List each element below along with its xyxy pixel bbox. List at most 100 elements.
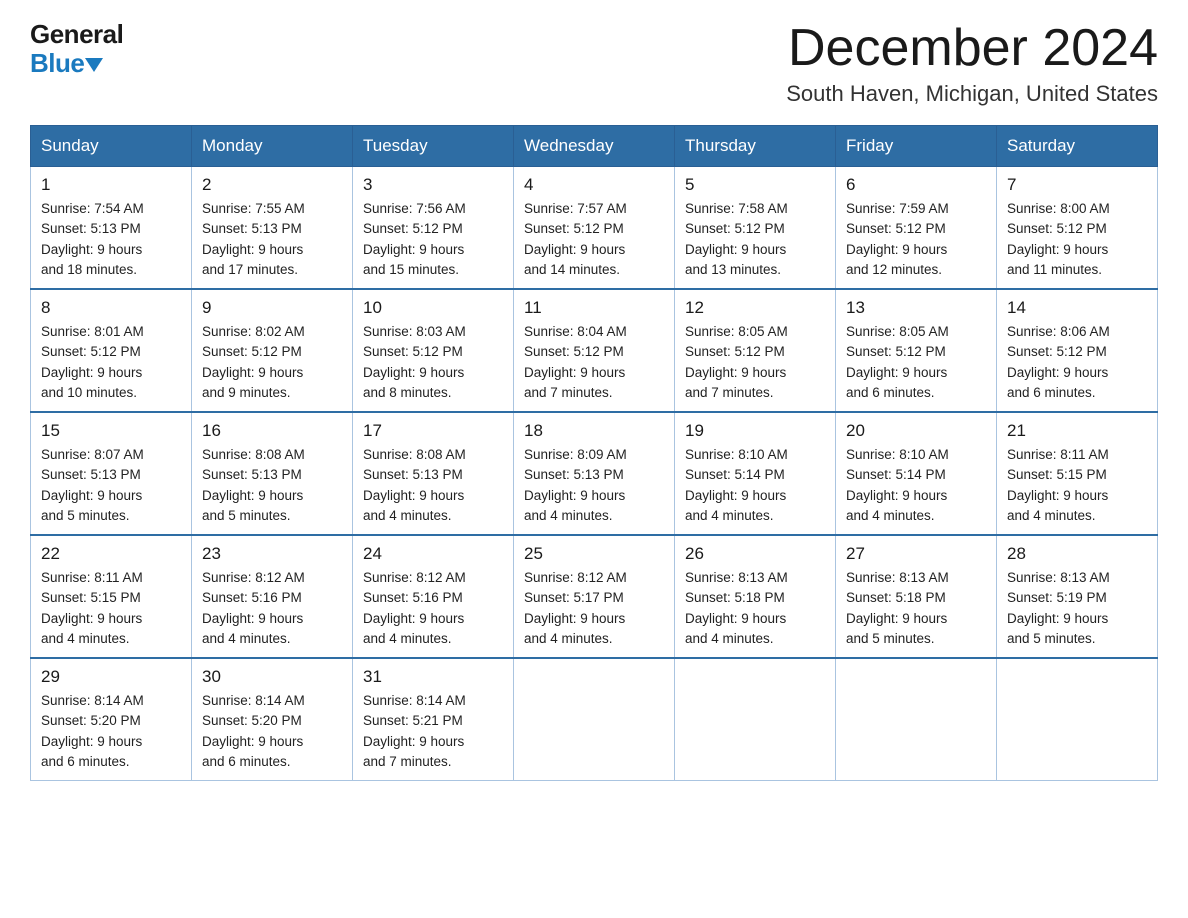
day-number: 28 <box>1007 544 1147 564</box>
day-info: Sunrise: 8:04 AMSunset: 5:12 PMDaylight:… <box>524 322 664 403</box>
table-row: 28 Sunrise: 8:13 AMSunset: 5:19 PMDayligh… <box>997 535 1158 658</box>
day-number: 14 <box>1007 298 1147 318</box>
table-row: 17Sunrise: 8:08 AMSunset: 5:13 PMDayligh… <box>353 412 514 535</box>
table-row: 27 Sunrise: 8:13 AMSunset: 5:18 PMDayligh… <box>836 535 997 658</box>
table-row: 31 Sunrise: 8:14 AMSunset: 5:21 PMDayligh… <box>353 658 514 781</box>
day-info: Sunrise: 8:05 AMSunset: 5:12 PMDaylight:… <box>685 322 825 403</box>
table-row: 9Sunrise: 8:02 AMSunset: 5:12 PMDaylight… <box>192 289 353 412</box>
day-info: Sunrise: 8:01 AMSunset: 5:12 PMDaylight:… <box>41 322 181 403</box>
day-info: Sunrise: 7:57 AMSunset: 5:12 PMDaylight:… <box>524 199 664 280</box>
day-number: 7 <box>1007 175 1147 195</box>
day-number: 23 <box>202 544 342 564</box>
logo-blue: Blue <box>30 49 123 78</box>
calendar-week-row: 15 Sunrise: 8:07 AMSunset: 5:13 PMDayligh… <box>31 412 1158 535</box>
day-info: Sunrise: 8:12 AMSunset: 5:17 PMDaylight:… <box>524 568 664 649</box>
calendar-subtitle: South Haven, Michigan, United States <box>786 81 1158 107</box>
day-info: Sunrise: 8:09 AMSunset: 5:13 PMDaylight:… <box>524 445 664 526</box>
table-row: 3Sunrise: 7:56 AMSunset: 5:12 PMDaylight… <box>353 167 514 290</box>
day-info: Sunrise: 8:00 AMSunset: 5:12 PMDaylight:… <box>1007 199 1147 280</box>
day-info: Sunrise: 8:13 AMSunset: 5:19 PMDaylight:… <box>1007 568 1147 649</box>
day-info: Sunrise: 8:05 AMSunset: 5:12 PMDaylight:… <box>846 322 986 403</box>
weekday-header-row: Sunday Monday Tuesday Wednesday Thursday… <box>31 126 1158 167</box>
col-saturday: Saturday <box>997 126 1158 167</box>
day-number: 22 <box>41 544 181 564</box>
table-row <box>675 658 836 781</box>
day-number: 13 <box>846 298 986 318</box>
day-info: Sunrise: 8:07 AMSunset: 5:13 PMDaylight:… <box>41 445 181 526</box>
table-row: 20 Sunrise: 8:10 AMSunset: 5:14 PMDayligh… <box>836 412 997 535</box>
table-row: 8 Sunrise: 8:01 AMSunset: 5:12 PMDaylight… <box>31 289 192 412</box>
calendar-title: December 2024 <box>786 20 1158 77</box>
day-info: Sunrise: 8:13 AMSunset: 5:18 PMDaylight:… <box>846 568 986 649</box>
logo: General Blue <box>30 20 123 77</box>
table-row: 13 Sunrise: 8:05 AMSunset: 5:12 PMDayligh… <box>836 289 997 412</box>
day-number: 19 <box>685 421 825 441</box>
day-number: 8 <box>41 298 181 318</box>
day-number: 17 <box>363 421 503 441</box>
day-number: 1 <box>41 175 181 195</box>
table-row: 6 Sunrise: 7:59 AMSunset: 5:12 PMDaylight… <box>836 167 997 290</box>
day-info: Sunrise: 8:10 AMSunset: 5:14 PMDaylight:… <box>846 445 986 526</box>
day-number: 11 <box>524 298 664 318</box>
calendar-week-row: 8 Sunrise: 8:01 AMSunset: 5:12 PMDaylight… <box>31 289 1158 412</box>
day-number: 4 <box>524 175 664 195</box>
day-number: 26 <box>685 544 825 564</box>
day-info: Sunrise: 7:58 AMSunset: 5:12 PMDaylight:… <box>685 199 825 280</box>
day-info: Sunrise: 7:55 AMSunset: 5:13 PMDaylight:… <box>202 199 342 280</box>
day-info: Sunrise: 8:08 AMSunset: 5:13 PMDaylight:… <box>202 445 342 526</box>
day-info: Sunrise: 8:14 AMSunset: 5:20 PMDaylight:… <box>202 691 342 772</box>
day-number: 16 <box>202 421 342 441</box>
table-row: 15 Sunrise: 8:07 AMSunset: 5:13 PMDayligh… <box>31 412 192 535</box>
day-number: 29 <box>41 667 181 687</box>
table-row: 30Sunrise: 8:14 AMSunset: 5:20 PMDayligh… <box>192 658 353 781</box>
day-number: 24 <box>363 544 503 564</box>
table-row: 11 Sunrise: 8:04 AMSunset: 5:12 PMDayligh… <box>514 289 675 412</box>
title-block: December 2024 South Haven, Michigan, Uni… <box>786 20 1158 107</box>
day-number: 25 <box>524 544 664 564</box>
day-number: 5 <box>685 175 825 195</box>
table-row: 5 Sunrise: 7:58 AMSunset: 5:12 PMDaylight… <box>675 167 836 290</box>
day-number: 3 <box>363 175 503 195</box>
table-row: 24Sunrise: 8:12 AMSunset: 5:16 PMDayligh… <box>353 535 514 658</box>
col-friday: Friday <box>836 126 997 167</box>
calendar-week-row: 29 Sunrise: 8:14 AMSunset: 5:20 PMDayligh… <box>31 658 1158 781</box>
day-info: Sunrise: 8:14 AMSunset: 5:20 PMDaylight:… <box>41 691 181 772</box>
table-row: 14Sunrise: 8:06 AMSunset: 5:12 PMDayligh… <box>997 289 1158 412</box>
table-row: 25 Sunrise: 8:12 AMSunset: 5:17 PMDayligh… <box>514 535 675 658</box>
table-row: 10 Sunrise: 8:03 AMSunset: 5:12 PMDayligh… <box>353 289 514 412</box>
table-row: 7 Sunrise: 8:00 AMSunset: 5:12 PMDaylight… <box>997 167 1158 290</box>
day-number: 20 <box>846 421 986 441</box>
table-row: 1 Sunrise: 7:54 AMSunset: 5:13 PMDaylight… <box>31 167 192 290</box>
table-row: 18 Sunrise: 8:09 AMSunset: 5:13 PMDayligh… <box>514 412 675 535</box>
table-row <box>836 658 997 781</box>
day-number: 15 <box>41 421 181 441</box>
day-number: 2 <box>202 175 342 195</box>
day-info: Sunrise: 8:14 AMSunset: 5:21 PMDaylight:… <box>363 691 503 772</box>
table-row: 2 Sunrise: 7:55 AMSunset: 5:13 PMDaylight… <box>192 167 353 290</box>
day-number: 12 <box>685 298 825 318</box>
table-row: 29 Sunrise: 8:14 AMSunset: 5:20 PMDayligh… <box>31 658 192 781</box>
day-number: 9 <box>202 298 342 318</box>
table-row: 26 Sunrise: 8:13 AMSunset: 5:18 PMDayligh… <box>675 535 836 658</box>
day-info: Sunrise: 8:13 AMSunset: 5:18 PMDaylight:… <box>685 568 825 649</box>
page-header: General Blue December 2024 South Haven, … <box>30 20 1158 107</box>
col-tuesday: Tuesday <box>353 126 514 167</box>
day-number: 6 <box>846 175 986 195</box>
table-row <box>997 658 1158 781</box>
day-info: Sunrise: 8:10 AMSunset: 5:14 PMDaylight:… <box>685 445 825 526</box>
table-row: 4 Sunrise: 7:57 AMSunset: 5:12 PMDaylight… <box>514 167 675 290</box>
calendar-week-row: 22Sunrise: 8:11 AMSunset: 5:15 PMDayligh… <box>31 535 1158 658</box>
day-number: 31 <box>363 667 503 687</box>
day-info: Sunrise: 7:54 AMSunset: 5:13 PMDaylight:… <box>41 199 181 280</box>
day-number: 27 <box>846 544 986 564</box>
col-sunday: Sunday <box>31 126 192 167</box>
col-wednesday: Wednesday <box>514 126 675 167</box>
day-number: 18 <box>524 421 664 441</box>
day-info: Sunrise: 7:59 AMSunset: 5:12 PMDaylight:… <box>846 199 986 280</box>
logo-general: General <box>30 20 123 49</box>
calendar-table: Sunday Monday Tuesday Wednesday Thursday… <box>30 125 1158 781</box>
day-info: Sunrise: 8:03 AMSunset: 5:12 PMDaylight:… <box>363 322 503 403</box>
table-row <box>514 658 675 781</box>
col-thursday: Thursday <box>675 126 836 167</box>
day-number: 10 <box>363 298 503 318</box>
